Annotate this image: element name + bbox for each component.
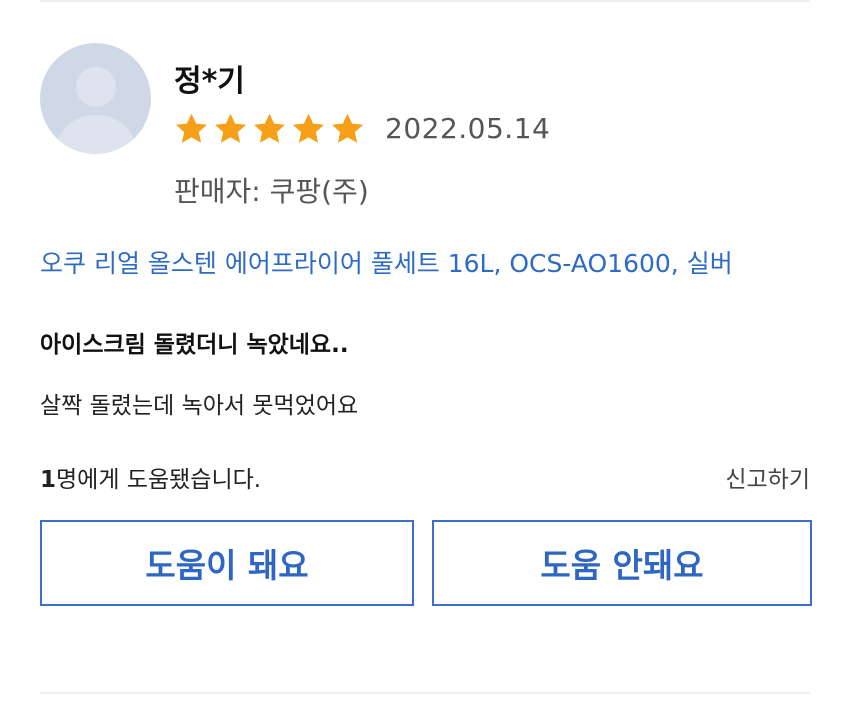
helpful-count-suffix: 명에게 도움됐습니다.	[56, 467, 262, 493]
star-filled-icon	[293, 113, 324, 143]
helpful-count-text: 1명에게 도움됐습니다.	[40, 460, 261, 494]
star-filled-icon	[254, 113, 285, 143]
reviewer-name: 정*기	[174, 64, 245, 99]
report-link[interactable]: 신고하기	[725, 460, 810, 494]
star-filled-icon	[215, 113, 246, 143]
seller-label: 판매자: 쿠팡(주)	[174, 175, 369, 208]
star-filled-icon	[176, 113, 207, 143]
user-avatar-placeholder-icon	[40, 43, 151, 154]
product-link[interactable]: 오쿠 리얼 올스텐 에어프라이어 풀세트 16L, OCS-AO1600, 실버	[40, 244, 733, 280]
review-date: 2022.05.14	[385, 112, 551, 145]
review-headline: 아이스크림 돌렸더니 녹았네요..	[40, 332, 349, 358]
star-rating	[172, 111, 367, 147]
top-divider	[40, 0, 810, 2]
review-body: 살짝 돌렸는데 녹아서 못먹었어요	[40, 393, 359, 419]
helpful-count-number: 1	[40, 467, 57, 493]
star-filled-icon	[332, 113, 363, 143]
bottom-divider	[40, 692, 810, 694]
helpful-button[interactable]: 도움이 돼요	[40, 520, 414, 606]
not-helpful-button[interactable]: 도움 안돼요	[432, 520, 812, 606]
avatar-head	[76, 67, 116, 107]
avatar-body	[58, 115, 134, 154]
